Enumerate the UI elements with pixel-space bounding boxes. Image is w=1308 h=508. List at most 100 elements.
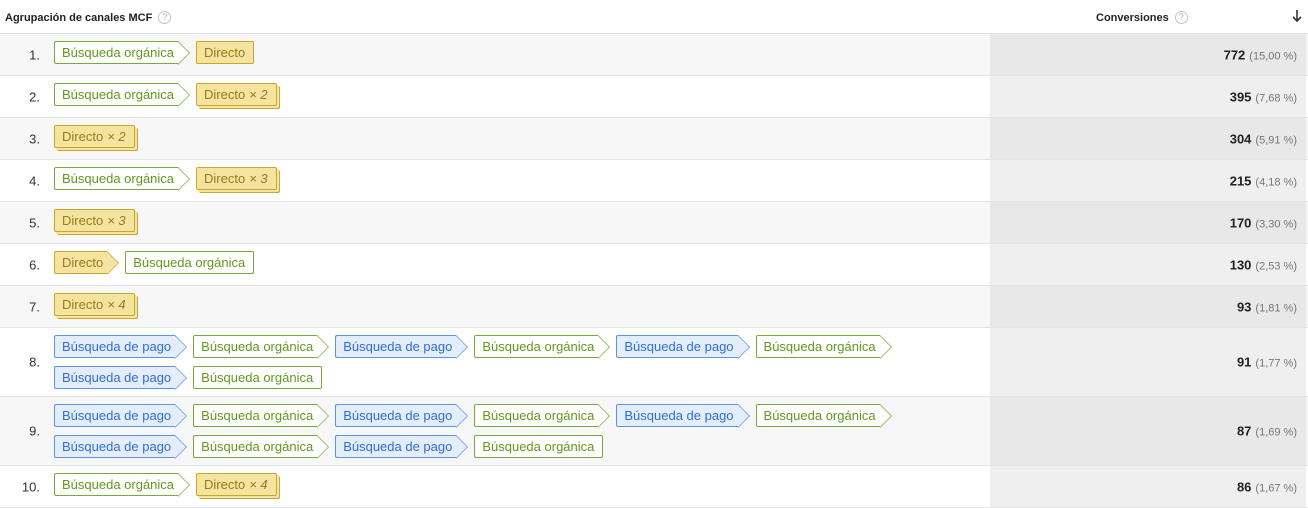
channel-chip-organic[interactable]: Búsqueda orgánica xyxy=(755,404,892,428)
conversions-percent: (1,69 %) xyxy=(1255,426,1297,439)
conversions-percent: (3,30 %) xyxy=(1255,218,1297,230)
conversions-value: 215 (4,18 %) xyxy=(1230,173,1297,188)
table-row: 9. Búsqueda de pago Búsqueda orgánica Búsqu… xyxy=(0,397,1308,466)
channel-label: Búsqueda orgánica xyxy=(763,339,876,354)
channel-label: Búsqueda orgánica xyxy=(62,45,175,60)
table-row: 6. Directo Búsqueda orgánica 130 (2,53 %) xyxy=(0,244,1308,286)
conversions-value: 170 (3,30 %) xyxy=(1230,215,1297,230)
channel-label: Búsqueda orgánica xyxy=(482,408,595,423)
conversion-path: Búsqueda orgánica Directo × 4 xyxy=(54,473,954,497)
channel-chip-paid[interactable]: Búsqueda de pago xyxy=(54,435,188,459)
metric-header-label: Conversiones xyxy=(1096,11,1169,24)
mcf-paths-table: Agrupación de canales MCF ? Conversiones… xyxy=(0,0,1308,508)
row-index: 10. xyxy=(21,479,40,494)
channel-label: Búsqueda de pago xyxy=(62,439,172,454)
conversions-count: 87 xyxy=(1236,423,1252,439)
channel-chip-organic[interactable]: Búsqueda orgánica xyxy=(474,335,611,359)
channel-chip-paid[interactable]: Búsqueda de pago xyxy=(335,435,469,459)
conversions-count: 772 xyxy=(1223,47,1246,62)
conversions-count: 91 xyxy=(1236,354,1252,370)
row-index: 7. xyxy=(29,299,40,314)
channel-label: Búsqueda de pago xyxy=(343,408,453,423)
help-icon[interactable]: ? xyxy=(158,11,172,24)
conversion-path: Búsqueda orgánica Directo xyxy=(54,41,954,65)
conversions-percent: (4,18 %) xyxy=(1255,176,1297,188)
channel-label: Directo xyxy=(62,129,104,144)
channel-chip-organic[interactable]: Búsqueda orgánica xyxy=(474,435,604,458)
channel-chip-paid[interactable]: Búsqueda de pago xyxy=(54,366,188,390)
channel-chip-paid[interactable]: Búsqueda de pago xyxy=(54,335,188,359)
channel-label: Búsqueda orgánica xyxy=(482,339,595,354)
channel-chip-direct[interactable]: Directo xyxy=(196,41,255,64)
channel-chip-paid[interactable]: Búsqueda de pago xyxy=(335,404,469,428)
channel-chip-paid[interactable]: Búsqueda de pago xyxy=(616,404,750,428)
channel-label: Búsqueda orgánica xyxy=(201,370,314,385)
channel-chip-organic[interactable]: Búsqueda orgánica xyxy=(193,366,323,389)
conversions-count: 304 xyxy=(1229,131,1252,146)
row-index: 9. xyxy=(29,423,40,439)
channel-chip-organic[interactable]: Búsqueda orgánica xyxy=(125,251,255,274)
channel-label: Búsqueda orgánica xyxy=(201,339,314,354)
table-row: 10. Búsqueda orgánica Directo × 4 86 (1,67 %) xyxy=(0,466,1308,508)
channel-label: Directo xyxy=(204,45,246,60)
channel-chip-organic[interactable]: Búsqueda orgánica xyxy=(54,473,191,497)
channel-label: Búsqueda orgánica xyxy=(763,408,876,423)
channel-label: Búsqueda orgánica xyxy=(62,477,175,492)
table-row: 2. Búsqueda orgánica Directo × 2 395 (7,68 %) xyxy=(0,76,1308,118)
channel-label: Directo xyxy=(204,87,246,102)
channel-label: Búsqueda orgánica xyxy=(62,87,175,102)
conversions-percent: (1,77 %) xyxy=(1255,357,1297,370)
row-index: 8. xyxy=(29,354,40,370)
conversions-count: 215 xyxy=(1229,173,1252,188)
channel-label: Búsqueda orgánica xyxy=(482,439,595,454)
channel-chip-direct[interactable]: Directo × 3 xyxy=(54,209,135,232)
channel-chip-paid[interactable]: Búsqueda de pago xyxy=(335,335,469,359)
channel-chip-direct[interactable]: Directo × 2 xyxy=(54,125,135,148)
channel-chip-organic[interactable]: Búsqueda orgánica xyxy=(474,404,611,428)
channel-chip-direct[interactable]: Directo × 4 xyxy=(54,293,135,316)
conversions-value: 395 (7,68 %) xyxy=(1230,89,1297,104)
conversion-path: Búsqueda orgánica Directo × 3 xyxy=(54,167,954,191)
channel-label: Búsqueda de pago xyxy=(624,408,734,423)
channel-chip-organic[interactable]: Búsqueda orgánica xyxy=(54,83,191,107)
conversion-path: Búsqueda de pago Búsqueda orgánica Búsqued… xyxy=(54,335,954,390)
dimension-header-label: Agrupación de canales MCF xyxy=(5,11,153,24)
dimension-column-header[interactable]: Agrupación de canales MCF ? xyxy=(5,11,172,24)
repeat-count: × 4 xyxy=(107,297,126,312)
channel-chip-direct[interactable]: Directo × 2 xyxy=(196,83,277,106)
channel-chip-organic[interactable]: Búsqueda orgánica xyxy=(54,167,191,191)
sort-descending-icon[interactable] xyxy=(1290,8,1304,24)
channel-label: Búsqueda de pago xyxy=(62,408,172,423)
metric-column-header[interactable]: Conversiones ? xyxy=(1096,11,1188,24)
repeat-count: × 3 xyxy=(107,213,126,228)
channel-label: Directo xyxy=(62,255,104,270)
conversions-count: 395 xyxy=(1229,89,1252,104)
channel-label: Búsqueda orgánica xyxy=(133,255,246,270)
conversion-path: Directo × 3 xyxy=(54,209,954,232)
conversions-value: 86 (1,67 %) xyxy=(1237,479,1297,494)
table-row: 1. Búsqueda orgánica Directo 772 (15,00 %) xyxy=(0,34,1308,76)
channel-chip-direct[interactable]: Directo × 3 xyxy=(196,167,277,190)
channel-chip-organic[interactable]: Búsqueda orgánica xyxy=(193,335,330,359)
channel-chip-organic[interactable]: Búsqueda orgánica xyxy=(193,404,330,428)
channel-chip-paid[interactable]: Búsqueda de pago xyxy=(616,335,750,359)
channel-label: Búsqueda orgánica xyxy=(201,439,314,454)
help-icon[interactable]: ? xyxy=(1174,11,1188,24)
conversion-path: Directo × 4 xyxy=(54,293,954,316)
channel-label: Búsqueda orgánica xyxy=(201,408,314,423)
row-index: 4. xyxy=(29,173,40,188)
channel-chip-direct[interactable]: Directo × 4 xyxy=(196,473,277,496)
channel-chip-organic[interactable]: Búsqueda orgánica xyxy=(755,335,892,359)
channel-label: Directo xyxy=(62,297,104,312)
repeat-count: × 2 xyxy=(249,87,268,102)
repeat-count: × 4 xyxy=(249,477,268,492)
channel-chip-direct[interactable]: Directo xyxy=(54,251,120,275)
channel-label: Directo xyxy=(204,171,246,186)
table-body: 1. Búsqueda orgánica Directo 772 (15,00 %) 2.… xyxy=(0,34,1308,508)
channel-chip-organic[interactable]: Búsqueda orgánica xyxy=(54,41,191,65)
conversions-count: 86 xyxy=(1236,479,1252,494)
channel-chip-organic[interactable]: Búsqueda orgánica xyxy=(193,435,330,459)
channel-chip-paid[interactable]: Búsqueda de pago xyxy=(54,404,188,428)
channel-label: Directo xyxy=(204,477,246,492)
conversions-percent: (1,67 %) xyxy=(1255,482,1297,494)
